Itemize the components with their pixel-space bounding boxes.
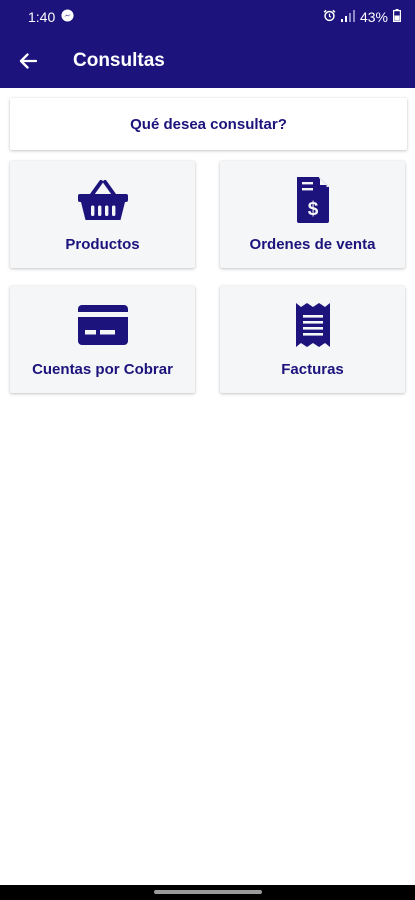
status-left: 1:40	[28, 9, 74, 25]
invoice-dollar-icon: $	[295, 177, 331, 223]
tile-label: Productos	[65, 236, 140, 253]
prompt-card: Qué desea consultar?	[10, 98, 407, 150]
status-time: 1:40	[28, 9, 56, 25]
tile-label: Facturas	[281, 361, 344, 378]
signal-icon	[340, 9, 355, 25]
messenger-icon	[61, 9, 74, 25]
battery-icon	[393, 9, 402, 25]
status-bar: 1:40 43%	[0, 0, 415, 34]
header: 1:40 43% Consultas	[0, 0, 415, 88]
svg-text:$: $	[307, 199, 318, 220]
page-title: Consultas	[73, 50, 165, 71]
tile-productos[interactable]: Productos	[10, 161, 195, 268]
back-button[interactable]	[0, 34, 56, 88]
tile-cuentas-por-cobrar[interactable]: Cuentas por Cobrar	[10, 286, 195, 393]
alarm-icon	[323, 9, 336, 25]
status-right: 43%	[323, 9, 402, 25]
prompt-text: Qué desea consultar?	[130, 115, 287, 133]
battery-percent: 43%	[359, 9, 388, 25]
tile-facturas[interactable]: Facturas	[220, 286, 405, 393]
receipt-icon	[295, 302, 331, 348]
tile-label: Cuentas por Cobrar	[32, 361, 173, 378]
system-nav-bar	[0, 885, 415, 900]
credit-card-icon	[77, 302, 129, 348]
basket-icon	[77, 177, 129, 223]
app-bar: Consultas	[0, 34, 415, 88]
tile-label: Ordenes de venta	[249, 236, 376, 253]
tile-ordenes-de-venta[interactable]: $ Ordenes de venta	[220, 161, 405, 268]
back-arrow-icon	[19, 53, 37, 69]
home-gesture-handle[interactable]	[154, 890, 262, 894]
